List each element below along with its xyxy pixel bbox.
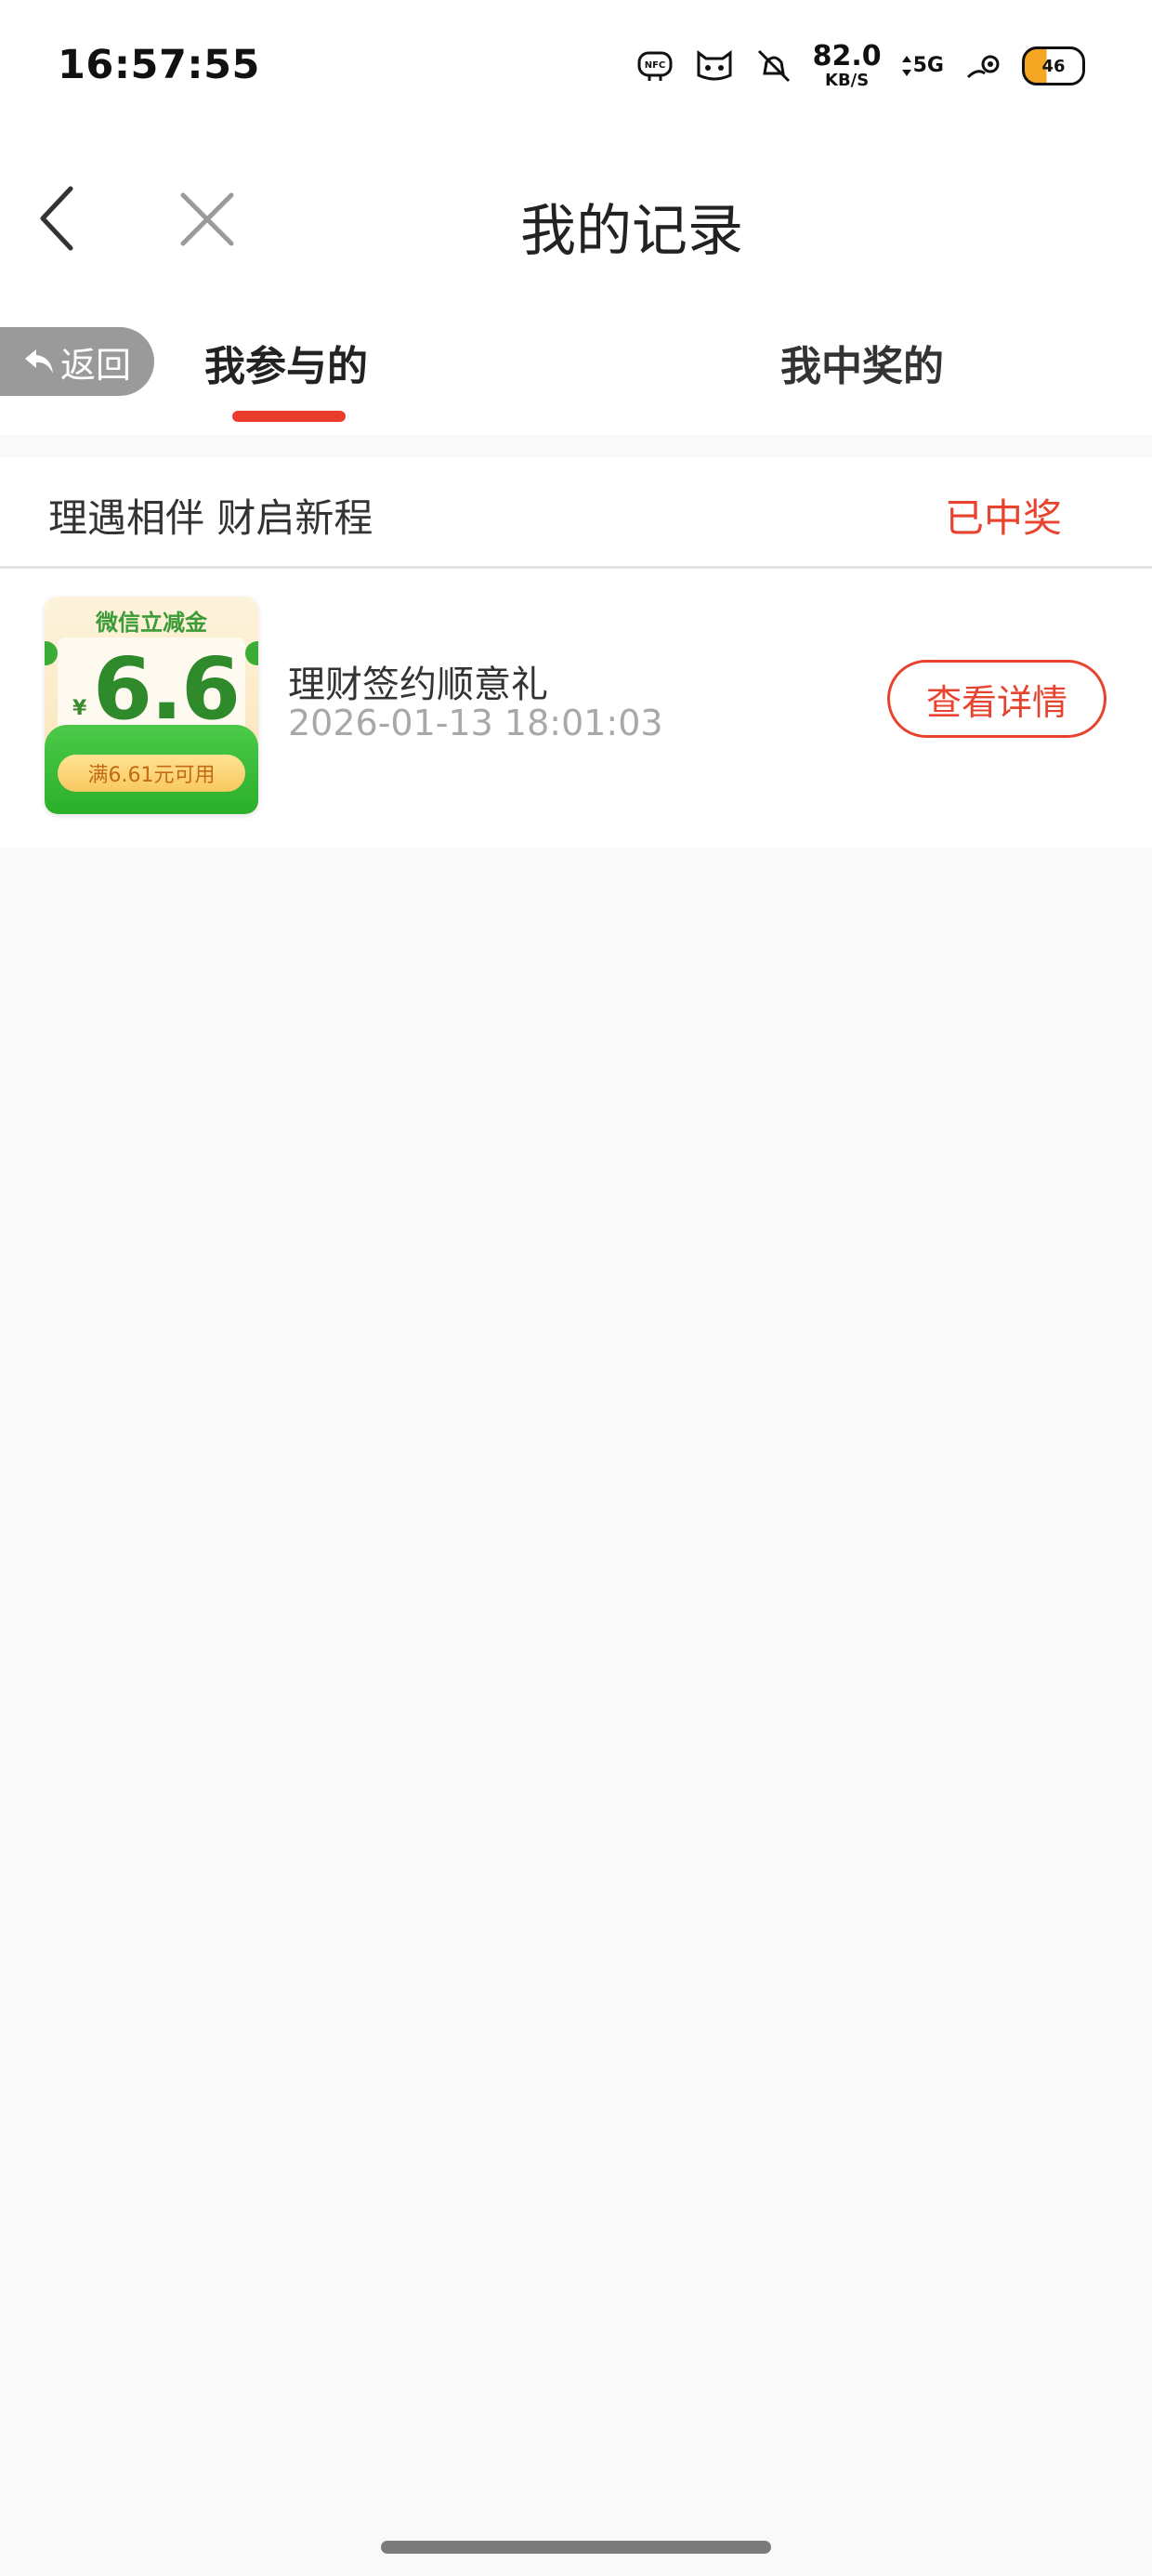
nfc-icon: NFC (635, 46, 675, 86)
cat-mask-icon (694, 46, 735, 86)
status-bar: 16:57:55 NFC 82.0 KB/S 5G 46 (0, 0, 1152, 139)
record-header: 理遇相伴 财启新程 已中奖 (0, 457, 1152, 569)
view-details-button[interactable]: 查看详情 (887, 660, 1106, 738)
battery-level: 46 (1041, 56, 1066, 76)
svg-text:NFC: NFC (644, 60, 665, 71)
tab-participated[interactable]: 我参与的 (204, 333, 368, 392)
coupon-notch-left (45, 641, 58, 665)
record-name: 理遇相伴 财启新程 (48, 495, 373, 541)
net-speed-value: 82.0 (812, 40, 882, 72)
battery-icon: 46 (1022, 46, 1085, 85)
record-card: 理遇相伴 财启新程 已中奖 微信立减金 ¥ 6.6 满6.61元可用 理财签约顺… (0, 457, 1152, 848)
return-label: 返回 (59, 344, 131, 386)
alarm-off-icon (753, 46, 794, 86)
signal-icon (962, 46, 1003, 86)
return-button[interactable]: 返回 (0, 327, 154, 396)
item-title: 理财签约顺意礼 (288, 664, 548, 706)
coupon-condition: 满6.61元可用 (58, 755, 245, 792)
coupon-title: 微信立减金 (96, 610, 207, 636)
page-title: 我的记录 (520, 199, 743, 264)
network-type-label: 5G (912, 54, 944, 77)
coupon-amount: 6.6 (93, 639, 241, 739)
tabs-bar: 返回 我参与的 我中奖的 (0, 299, 1152, 435)
tab-active-indicator (232, 411, 346, 422)
return-arrow-icon (24, 349, 53, 374)
status-icons: NFC 82.0 KB/S 5G 46 (635, 43, 1085, 89)
record-status: 已中奖 (944, 495, 1062, 541)
net-speed-unit: KB/S (825, 71, 870, 90)
status-time: 16:57:55 (58, 42, 260, 88)
coupon-currency: ¥ (72, 697, 87, 720)
record-item: 微信立减金 ¥ 6.6 满6.61元可用 理财签约顺意礼 2026-01-13 … (0, 569, 1152, 848)
item-time: 2026-01-13 18:01:03 (288, 703, 663, 743)
net-speed: 82.0 KB/S (813, 43, 882, 89)
coupon-notch-right (245, 641, 258, 665)
network-type: 5G (900, 54, 944, 78)
title-bar: 我的记录 (0, 139, 1152, 299)
data-arrows-icon (901, 56, 911, 76)
home-indicator[interactable] (381, 2541, 771, 2554)
coupon-image: 微信立减金 ¥ 6.6 满6.61元可用 (45, 597, 258, 814)
tab-won[interactable]: 我中奖的 (780, 333, 944, 392)
